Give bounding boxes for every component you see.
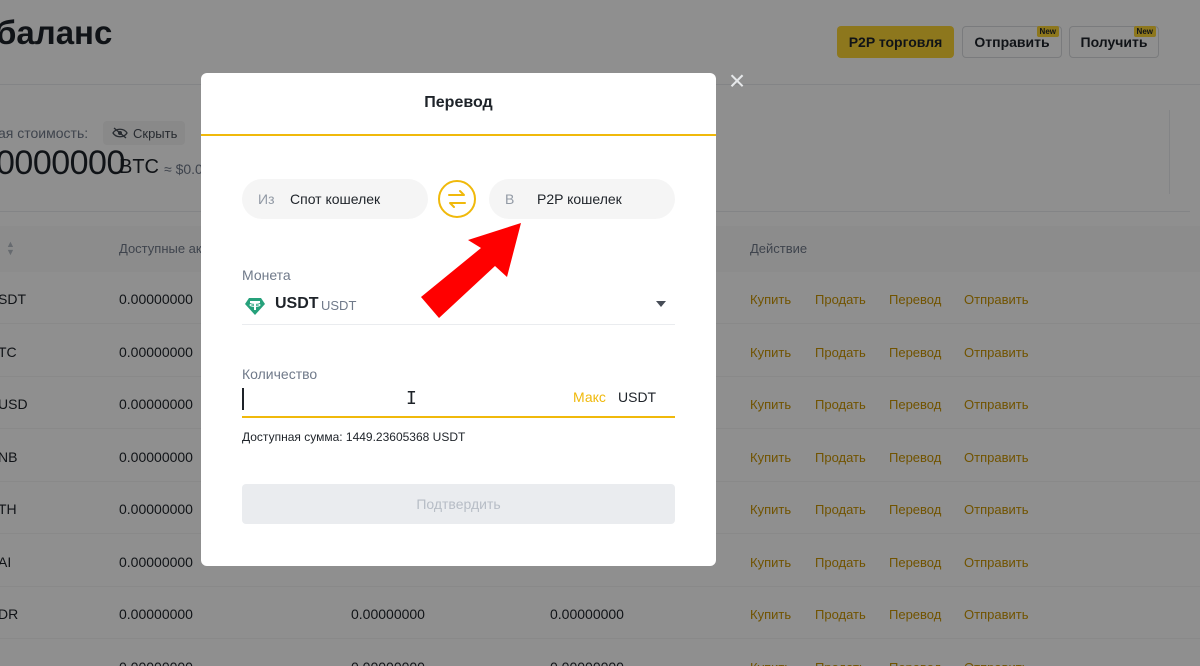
max-button[interactable]: Макс: [573, 389, 606, 405]
to-prefix: В: [505, 191, 515, 207]
red-arrow: [421, 223, 521, 318]
confirm-button[interactable]: Подтвердить: [242, 484, 675, 524]
mouse-ibeam-cursor: I: [406, 388, 417, 409]
text-cursor: [242, 388, 244, 410]
amount-unit: USDT: [618, 389, 657, 405]
swap-arrows-icon: [448, 190, 466, 208]
from-wallet-name: Спот кошелек: [290, 191, 381, 207]
swap-wallets-button[interactable]: [438, 180, 476, 218]
coin-label: Монета: [242, 267, 291, 283]
to-wallet-select[interactable]: В P2P кошелек: [489, 179, 675, 219]
from-prefix: Из: [258, 191, 275, 207]
coin-code: USDT: [275, 295, 319, 312]
caret-down-icon: [656, 301, 666, 307]
dialog-title: Перевод: [424, 94, 493, 111]
amount-input[interactable]: [242, 382, 562, 414]
close-icon[interactable]: ×: [725, 67, 749, 95]
amount-field[interactable]: I Макс USDT: [242, 380, 675, 418]
from-wallet-select[interactable]: Из Спот кошелек: [242, 179, 428, 219]
coin-name: USDT: [321, 298, 357, 313]
tether-icon: [245, 298, 265, 315]
title-underline: [201, 134, 716, 136]
to-wallet-name: P2P кошелек: [537, 191, 622, 207]
available-balance: Доступная сумма: 1449.23605368 USDT: [242, 430, 466, 444]
